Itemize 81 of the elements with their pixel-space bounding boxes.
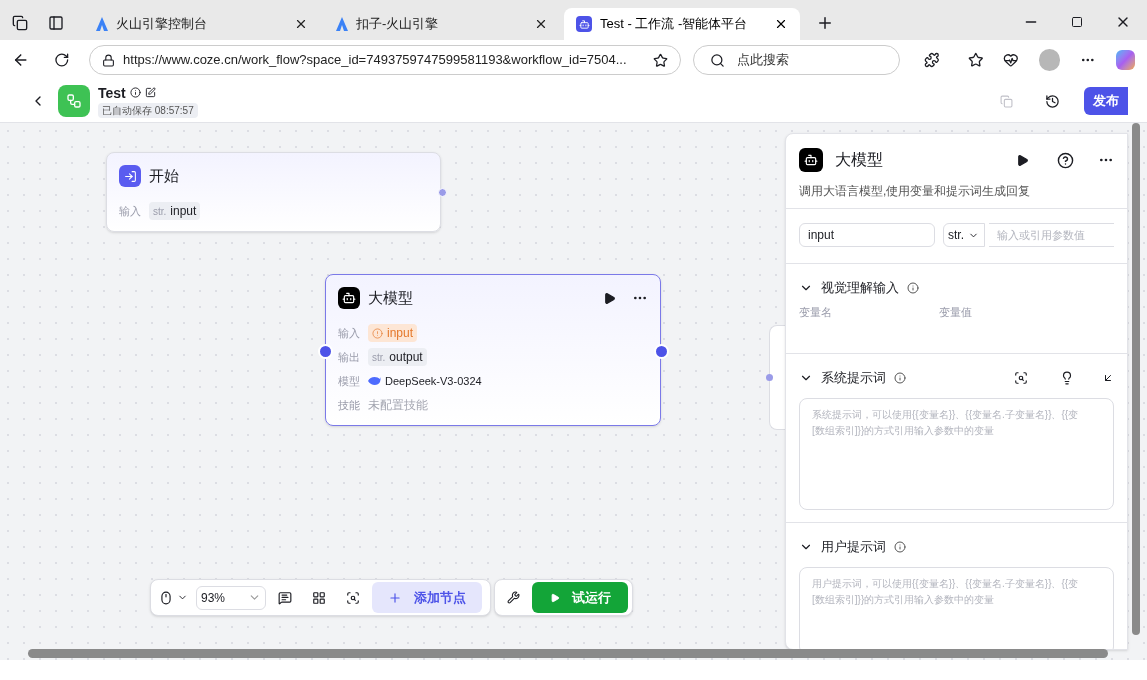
play-icon[interactable] xyxy=(1016,153,1029,167)
vertical-scrollbar[interactable] xyxy=(1132,123,1140,635)
type-select[interactable]: str. xyxy=(943,223,985,247)
info-icon[interactable] xyxy=(129,87,141,98)
mouse-icon[interactable] xyxy=(159,590,173,605)
warning-tag: input xyxy=(368,324,418,342)
health-icon[interactable] xyxy=(1003,52,1019,68)
placeholder-line: [数组索引]}}的方式引用输入参数中的变量 xyxy=(812,592,996,607)
skills-value: 未配置技能 xyxy=(368,397,428,414)
publish-button[interactable]: 发布 xyxy=(1084,87,1128,115)
placeholder-line: 系统提示词，可以使用{{变量名}}、{{变量名.子变量名}}、{{变 xyxy=(812,407,1080,422)
wrench-icon[interactable] xyxy=(507,591,520,604)
browser-tab[interactable]: 火山引擎控制台 xyxy=(84,8,320,40)
horizontal-scrollbar[interactable] xyxy=(28,649,1108,658)
row-label: 模型 xyxy=(338,373,360,389)
copilot-icon[interactable] xyxy=(1115,50,1136,70)
help-icon[interactable] xyxy=(1057,151,1074,169)
lightbulb-icon[interactable] xyxy=(1060,370,1074,385)
extensions-icon[interactable] xyxy=(923,52,940,68)
section-title: 用户提示词 xyxy=(821,537,886,556)
row-label: 输出 xyxy=(338,349,360,365)
row-label: 输入 xyxy=(119,203,141,219)
close-icon[interactable] xyxy=(294,17,308,31)
app-logo-icon xyxy=(58,85,90,117)
tab-actions-icon[interactable] xyxy=(48,15,64,31)
favorite-icon[interactable] xyxy=(652,52,668,68)
edit-icon[interactable] xyxy=(144,87,156,98)
reload-icon[interactable] xyxy=(53,52,70,68)
placeholder-line: [数组索引]}}的方式引用输入参数中的变量 xyxy=(812,423,996,438)
variable-name-field[interactable]: input xyxy=(799,223,935,247)
row-label: 技能 xyxy=(338,397,360,413)
node-title: 开始 xyxy=(149,165,180,186)
url-text: https://www.coze.cn/work_flow?space_id=7493759747599581193&workflow_id=7504... xyxy=(123,51,628,70)
tab-title: 火山引擎控制台 xyxy=(116,15,208,34)
autosave-badge: 已自动保存 08:57:57 xyxy=(98,102,198,118)
tab-title: 扣子-火山引擎 xyxy=(356,15,440,34)
play-icon[interactable] xyxy=(603,291,616,305)
info-icon xyxy=(894,540,906,553)
history-icon[interactable] xyxy=(1045,93,1060,109)
info-icon xyxy=(894,371,906,384)
row-label: 输入 xyxy=(338,325,360,341)
param-tag: str. output xyxy=(368,348,427,366)
search-placeholder: 点此搜索 xyxy=(736,51,789,70)
close-icon[interactable] xyxy=(534,17,548,31)
favorites-icon[interactable] xyxy=(967,52,984,68)
lock-icon xyxy=(102,53,116,67)
column-label: 变量值 xyxy=(939,305,973,320)
workflow-title: Test xyxy=(98,84,126,101)
minimap-icon[interactable] xyxy=(346,590,360,605)
section-title: 视觉理解输入 xyxy=(821,279,899,298)
column-label: 变量名 xyxy=(799,305,833,320)
tab-favicon-icon xyxy=(576,16,592,32)
new-tab-icon[interactable] xyxy=(816,14,834,32)
workflow-node[interactable]: 大模型 输入 input 输出 str. output 模型 DeepSeek-V3-0324 技能 未配置技能 xyxy=(325,274,661,426)
add-node-button[interactable]: 添加节点 xyxy=(372,582,482,613)
start-icon xyxy=(119,165,141,187)
node-card[interactable] xyxy=(769,325,785,430)
section-title: 系统提示词 xyxy=(821,368,886,387)
info-icon xyxy=(907,282,919,294)
tab-favicon-icon xyxy=(336,17,348,31)
model-name: DeepSeek-V3-0324 xyxy=(385,373,482,389)
zoom-select[interactable]: 93% xyxy=(196,585,266,610)
layout-icon[interactable] xyxy=(312,590,326,605)
tab-title: Test - 工作流 -智能体平台 xyxy=(600,15,749,34)
search-icon xyxy=(709,52,725,68)
placeholder-line: 用户提示词，可以使用{{变量名}}、{{变量名.子变量名}}、{{变 xyxy=(812,576,1080,591)
workspaces-icon[interactable] xyxy=(12,15,28,31)
panel-description: 调用大语言模型,使用变量和提示词生成回复 xyxy=(798,183,1032,200)
node-title: 大模型 xyxy=(368,287,414,308)
warning-icon xyxy=(372,327,383,339)
plus-icon xyxy=(388,590,402,605)
maximize-icon[interactable] xyxy=(1071,16,1083,28)
browser-tab[interactable]: 扣子-火山引擎 xyxy=(324,8,560,40)
comment-icon[interactable] xyxy=(278,590,292,605)
play-icon xyxy=(549,592,560,603)
panel-title: 大模型 xyxy=(835,150,884,170)
workflow-node[interactable]: 开始 输入 str. input xyxy=(106,152,441,232)
browser-tab[interactable]: Test - 工作流 -智能体平台 xyxy=(564,8,800,40)
param-tag: str. input xyxy=(149,202,201,220)
close-icon[interactable] xyxy=(774,17,788,31)
tab-favicon-icon xyxy=(96,17,108,31)
